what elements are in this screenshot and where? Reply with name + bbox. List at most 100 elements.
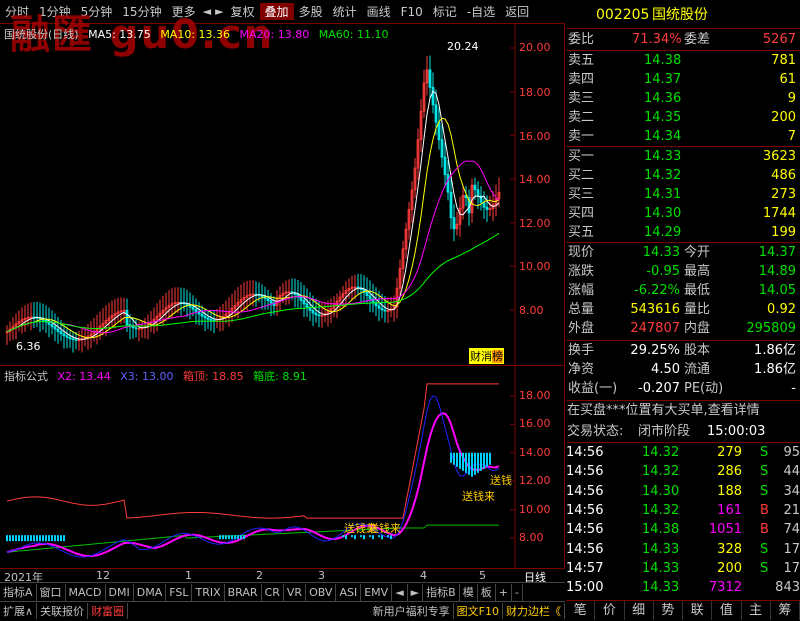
- tab-main[interactable]: 主: [742, 601, 771, 620]
- toolbar-item-timeshare[interactable]: 分时: [0, 3, 34, 20]
- toolbar-item-15min[interactable]: 15分钟: [117, 3, 166, 20]
- stat-value: 543616: [630, 302, 680, 317]
- add-window-button[interactable]: +: [496, 583, 512, 601]
- tab-chips[interactable]: 筹: [771, 601, 800, 620]
- ask-row[interactable]: 卖一 14.34 7: [566, 127, 800, 146]
- tab-cr[interactable]: CR: [262, 583, 284, 601]
- toolbar-item-5min[interactable]: 5分钟: [76, 3, 118, 20]
- candle-body: [47, 321, 51, 325]
- weibi-label: 委比: [568, 32, 595, 47]
- notice-row[interactable]: 在买盘***位置有大买单,查看详情: [566, 400, 800, 421]
- y-tick: 8.00: [519, 531, 544, 544]
- toolbar-item-back[interactable]: 返回: [500, 3, 534, 20]
- toolbar-item-f10[interactable]: F10: [396, 5, 428, 19]
- tab-dmi[interactable]: DMI: [106, 583, 134, 601]
- trade-status-row: 交易状态: 闭市阶段 15:00:03: [566, 421, 800, 442]
- toolbar-item-more[interactable]: 更多: [167, 3, 201, 20]
- tab-emv[interactable]: EMV: [361, 583, 393, 601]
- tab-board[interactable]: 板: [478, 583, 496, 601]
- tab-fsl[interactable]: FSL: [166, 583, 193, 601]
- histogram-bar: [57, 535, 59, 542]
- tab-brar[interactable]: BRAR: [225, 583, 262, 601]
- indicator-axis: 18.00 16.00 14.00 12.00 10.00 8.00: [515, 366, 565, 568]
- histogram-bar: [237, 535, 239, 540]
- toolbar-item-stats[interactable]: 统计: [328, 3, 362, 20]
- ask-row[interactable]: 卖二 14.35 200: [566, 108, 800, 127]
- tick-time: 14:56: [566, 522, 604, 538]
- weicha-value: 5267: [762, 32, 796, 47]
- ask-price: 14.34: [644, 129, 682, 144]
- big-order-notice[interactable]: 在买盘***位置有大买单,查看详情: [567, 400, 760, 421]
- kline-svg: [5, 24, 516, 366]
- tab-obv[interactable]: OBV: [306, 583, 337, 601]
- y-tick: 12.00: [519, 474, 551, 487]
- y-tick: 16.00: [519, 130, 551, 143]
- ask-volume: 781: [771, 53, 796, 68]
- tab-asi[interactable]: ASI: [336, 583, 362, 601]
- f10-button[interactable]: 图文F10: [454, 603, 503, 619]
- tab-value[interactable]: 值: [712, 601, 742, 620]
- scroll-left-icon[interactable]: ◄: [392, 583, 408, 601]
- finance-badge[interactable]: 财消榜: [469, 348, 504, 364]
- stat-value: 247807: [630, 321, 680, 336]
- bid-row[interactable]: 买二 14.32 486: [566, 166, 800, 185]
- y-tick: 18.00: [519, 389, 551, 402]
- tab-dma[interactable]: DMA: [134, 583, 167, 601]
- histogram-bar: [480, 452, 482, 471]
- toolbar-item-watchlist[interactable]: -自选: [462, 3, 500, 20]
- tab-price[interactable]: 价: [595, 601, 625, 620]
- wealth-circle-button[interactable]: 财富圈: [88, 603, 129, 619]
- toolbar-item-overlay[interactable]: 叠加: [259, 3, 294, 20]
- new-user-promo-link[interactable]: 新用户福利专享: [370, 603, 454, 619]
- tick-count: 17: [783, 560, 800, 576]
- stat-label: 总量: [568, 302, 595, 317]
- ask-volume: 200: [771, 110, 796, 125]
- tab-trend[interactable]: 势: [654, 601, 683, 620]
- arrow-left-icon[interactable]: ◄: [201, 5, 213, 18]
- toolbar-item-adjust[interactable]: 复权: [226, 3, 260, 20]
- arrow-right-icon[interactable]: ►: [213, 5, 225, 18]
- tick-row: 14:56 14.30 188 S 34: [566, 482, 800, 501]
- stat-row: 现价 14.33 今开 14.37: [566, 243, 800, 262]
- tick-count: 34: [783, 483, 800, 499]
- tab-indicator-a[interactable]: 指标A: [0, 583, 37, 601]
- tab-detail[interactable]: 细: [625, 601, 654, 620]
- candle-body: [200, 313, 204, 317]
- ask-row[interactable]: 卖五 14.38 781: [566, 51, 800, 70]
- bid-row[interactable]: 买四 14.30 1744: [566, 204, 800, 223]
- tab-trix[interactable]: TRIX: [192, 583, 225, 601]
- kline-chart[interactable]: 国统股份(日线) MA5: 13.75 MA10: 13.36 MA20: 13…: [0, 24, 565, 366]
- candle-body: [434, 104, 438, 123]
- tab-vr[interactable]: VR: [284, 583, 307, 601]
- scroll-right-icon[interactable]: ►: [408, 583, 424, 601]
- indicator-chart[interactable]: 指标公式 X2: 13.44 X3: 13.00 箱顶: 18.85 箱底: 8…: [0, 366, 565, 568]
- tab-template[interactable]: 模: [460, 583, 478, 601]
- toolbar-item-draw[interactable]: 画线: [362, 3, 396, 20]
- tick-time: 14:56: [566, 541, 604, 557]
- bid-row[interactable]: 买一 14.33 3623: [566, 147, 800, 166]
- tab-linked[interactable]: 联: [683, 601, 713, 620]
- tab-macd[interactable]: MACD: [66, 583, 106, 601]
- expand-button[interactable]: 扩展∧: [0, 603, 38, 619]
- bid-row[interactable]: 买三 14.31 273: [566, 185, 800, 204]
- tab-window[interactable]: 窗口: [37, 583, 66, 601]
- histogram-bar: [63, 535, 65, 542]
- related-quotes-button[interactable]: 关联报价: [37, 603, 89, 619]
- toolbar-item-multi[interactable]: 多股: [294, 3, 328, 20]
- remove-window-button[interactable]: -: [512, 583, 523, 601]
- sidebar-toggle-button[interactable]: 财力边栏《: [503, 603, 565, 619]
- histogram-bar: [225, 535, 227, 540]
- bid-row[interactable]: 买五 14.29 199: [566, 223, 800, 242]
- tab-indicator-b[interactable]: 指标B: [423, 583, 460, 601]
- ask-label: 卖三: [568, 91, 595, 106]
- tab-trades[interactable]: 笔: [566, 601, 596, 620]
- bid-label: 买一: [568, 149, 595, 164]
- tick-price: 14.33: [642, 541, 680, 557]
- candle-body: [194, 308, 198, 313]
- stat-value: 14.37: [758, 245, 796, 260]
- ask-row[interactable]: 卖三 14.36 9: [566, 89, 800, 108]
- candle-body: [305, 303, 309, 308]
- toolbar-item-1min[interactable]: 1分钟: [34, 3, 76, 20]
- toolbar-item-mark[interactable]: 标记: [428, 3, 462, 20]
- ask-row[interactable]: 卖四 14.37 61: [566, 70, 800, 89]
